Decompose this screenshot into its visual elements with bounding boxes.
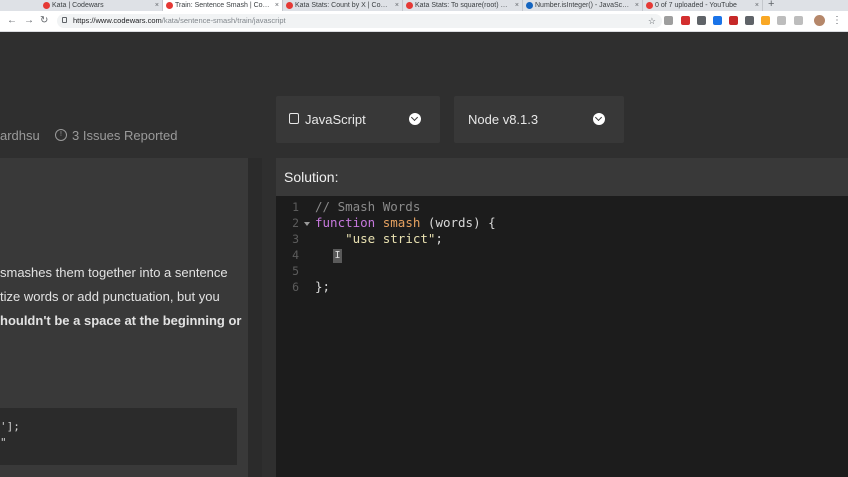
description-line: smashes them together into a sentence <box>0 265 228 280</box>
extension-icon[interactable] <box>777 16 786 25</box>
code-line-2: function smash (words) { <box>315 215 496 230</box>
line-number: 3 <box>292 232 299 246</box>
example-code-line: " <box>0 436 7 449</box>
solution-title: Solution: <box>284 169 339 185</box>
bookmark-star-icon[interactable]: ☆ <box>648 14 656 28</box>
close-tab-icon[interactable]: × <box>395 0 399 11</box>
extension-icon[interactable] <box>681 16 690 25</box>
chevron-down-icon <box>593 113 605 125</box>
issues-icon: ! <box>55 129 67 141</box>
close-tab-icon[interactable]: × <box>515 0 519 11</box>
extension-icon[interactable] <box>729 16 738 25</box>
extension-icon[interactable] <box>664 16 673 25</box>
extension-icon[interactable] <box>794 16 803 25</box>
youtube-favicon-icon <box>646 2 653 9</box>
solution-header: Solution: <box>276 158 848 196</box>
line-number: 1 <box>292 200 299 214</box>
line-number: 6 <box>292 280 299 294</box>
lock-icon <box>62 17 67 23</box>
close-tab-icon[interactable]: × <box>155 0 159 11</box>
extension-icon[interactable] <box>697 16 706 25</box>
extension-icon[interactable] <box>713 16 722 25</box>
codewars-favicon-icon <box>286 2 293 9</box>
kata-author[interactable]: ardhsu <box>0 128 40 143</box>
code-line-3: "use strict"; <box>345 231 443 246</box>
panel-divider[interactable] <box>248 158 262 477</box>
fold-arrow-icon[interactable] <box>304 222 310 226</box>
tab-train-sentence-smash[interactable]: Train: Sentence Smash | Codewars × <box>163 0 283 11</box>
profile-avatar[interactable] <box>814 15 825 26</box>
new-tab-button[interactable]: + <box>768 0 774 10</box>
mdn-favicon-icon <box>526 2 533 9</box>
line-number: 5 <box>292 264 299 278</box>
kata-description-panel: smashes them together into a sentence ti… <box>0 158 248 477</box>
text-cursor: I <box>333 249 342 263</box>
line-number: 4 <box>292 248 299 262</box>
close-tab-icon[interactable]: × <box>635 0 639 11</box>
tab-youtube-upload[interactable]: 0 of 7 uploaded - YouTube × <box>643 0 763 11</box>
browser-menu-icon[interactable]: ⋮ <box>832 14 842 28</box>
codewars-trainer: ardhsu ! 3 Issues Reported JavaScript No… <box>0 32 848 477</box>
codewars-favicon-icon <box>166 2 173 9</box>
tab-kata-stats-square[interactable]: Kata Stats: To square(root) or no × <box>403 0 523 11</box>
chevron-down-icon <box>409 113 421 125</box>
description-line: tize words or add punctuation, but you <box>0 289 220 304</box>
codewars-favicon-icon <box>43 2 50 9</box>
code-line-1: // Smash Words <box>315 199 421 214</box>
browser-tab-bar: Kata | Codewars × Train: Sentence Smash … <box>0 0 848 11</box>
url-text: https://www.codewars.com/kata/sentence-s… <box>73 16 286 25</box>
description-line: houldn't be a space at the beginning or <box>0 313 242 328</box>
language-label: JavaScript <box>305 112 366 127</box>
version-select[interactable]: Node v8.1.3 <box>454 96 624 143</box>
close-tab-icon[interactable]: × <box>755 0 759 11</box>
forward-icon[interactable]: → <box>24 14 34 28</box>
example-code-block: ']; " <box>0 408 237 465</box>
close-tab-icon[interactable]: × <box>275 0 279 11</box>
issues-reported-link[interactable]: 3 Issues Reported <box>72 128 178 143</box>
tab-kata-codewars[interactable]: Kata | Codewars × <box>40 0 163 11</box>
extension-icon[interactable] <box>761 16 770 25</box>
example-code-line: ']; <box>0 420 20 433</box>
browser-toolbar: ← → ↻ https://www.codewars.com/kata/sent… <box>0 11 848 32</box>
tab-number-isinteger[interactable]: Number.isInteger() - JavaScript × <box>523 0 643 11</box>
codewars-favicon-icon <box>406 2 413 9</box>
reload-icon[interactable]: ↻ <box>40 14 48 28</box>
extension-icon[interactable] <box>745 16 754 25</box>
code-editor[interactable]: 1 2 3 4 5 6 // Smash Words function smas… <box>276 196 848 477</box>
back-icon[interactable]: ← <box>7 14 17 28</box>
address-bar[interactable]: https://www.codewars.com/kata/sentence-s… <box>57 14 662 28</box>
language-select[interactable]: JavaScript <box>276 96 440 143</box>
version-label: Node v8.1.3 <box>468 112 539 127</box>
code-line-6: }; <box>315 279 331 294</box>
line-number: 2 <box>292 216 299 230</box>
tab-kata-stats-count[interactable]: Kata Stats: Count by X | Codewars × <box>283 0 403 11</box>
javascript-icon <box>289 113 299 124</box>
